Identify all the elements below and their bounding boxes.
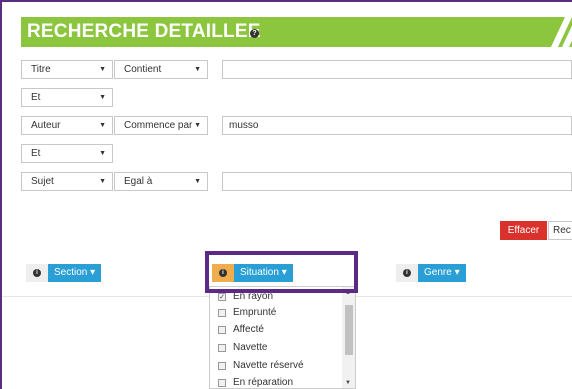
chevron-down-icon: ▼ — [194, 122, 201, 129]
checkbox[interactable] — [218, 362, 226, 370]
connector-select-1[interactable]: Et ▼ — [21, 88, 113, 107]
checkbox[interactable] — [218, 379, 226, 387]
section-label: Section — [54, 267, 88, 278]
dropdown-scrollbar[interactable]: ▲ ▼ — [342, 287, 355, 388]
search-term-input-1[interactable] — [222, 60, 572, 79]
genre-info[interactable]: i — [396, 264, 418, 282]
genre-label: Genre — [424, 267, 452, 278]
chevron-down-icon: ▼ — [99, 66, 106, 73]
operator-select-value: Contient — [124, 64, 162, 75]
option-en-reparation[interactable]: En réparation — [210, 374, 342, 388]
chevron-down-icon: ▼ — [99, 150, 106, 157]
chevron-down-icon: ▼ — [194, 178, 201, 185]
situation-dropdown-list[interactable]: ✓ En rayon Emprunté Affecté Navette Nave… — [209, 286, 356, 389]
chevron-down-icon: ▼ — [99, 94, 106, 101]
connector-select-2[interactable]: Et ▼ — [21, 144, 113, 163]
section-dropdown-button[interactable]: Section ▾ — [48, 264, 102, 282]
checkbox[interactable] — [218, 344, 226, 352]
option-navette[interactable]: Navette — [210, 339, 342, 357]
option-emprunte[interactable]: Emprunté — [210, 304, 342, 322]
search-term-input-3[interactable] — [222, 172, 572, 191]
field-select-3[interactable]: Sujet ▼ — [21, 172, 113, 191]
scroll-down-icon[interactable]: ▼ — [345, 380, 351, 386]
scrollbar-thumb[interactable] — [345, 305, 353, 355]
section-info[interactable]: i — [26, 264, 48, 282]
operator-select-value: Commence par — [124, 120, 193, 131]
search-header-banner: RECHERCHE DETAILLEE ? — [21, 17, 572, 47]
genre-dropdown-button[interactable]: Genre ▾ — [418, 264, 466, 282]
info-icon: i — [403, 269, 411, 277]
page-title: RECHERCHE DETAILLEE — [27, 21, 261, 42]
highlight-annotation — [205, 251, 358, 293]
chevron-down-icon: ▼ — [99, 122, 106, 129]
operator-select-1[interactable]: Contient ▼ — [114, 60, 208, 79]
option-label: En réparation — [233, 377, 294, 388]
field-select-value: Titre — [31, 64, 51, 75]
option-label: Affecté — [233, 324, 264, 335]
option-label: Navette — [233, 342, 268, 353]
chevron-down-icon: ▼ — [194, 66, 201, 73]
field-select-1[interactable]: Titre ▼ — [21, 60, 113, 79]
search-term-input-2[interactable]: musso — [222, 116, 572, 135]
search-button[interactable]: Rec — [548, 221, 572, 240]
clear-button[interactable]: Effacer — [500, 221, 547, 240]
info-icon[interactable]: ? — [250, 29, 259, 38]
option-label: Emprunté — [233, 307, 277, 318]
connector-select-value: Et — [31, 92, 41, 103]
operator-select-value: Egal à — [124, 176, 153, 187]
field-select-2[interactable]: Auteur ▼ — [21, 116, 113, 135]
option-navette-reserve[interactable]: Navette réservé — [210, 357, 342, 375]
connector-select-value: Et — [31, 148, 41, 159]
checkbox-checked[interactable]: ✓ — [218, 293, 226, 301]
option-affecte[interactable]: Affecté — [210, 321, 342, 339]
checkbox[interactable] — [218, 309, 226, 317]
checkbox[interactable] — [218, 326, 226, 334]
operator-select-2[interactable]: Commence par ▼ — [114, 116, 208, 135]
field-select-value: Sujet — [31, 176, 54, 187]
option-label: Navette réservé — [233, 360, 304, 371]
chevron-down-icon: ▼ — [99, 178, 106, 185]
info-icon: i — [33, 269, 41, 277]
operator-select-3[interactable]: Egal à ▼ — [114, 172, 208, 191]
field-select-value: Auteur — [31, 120, 61, 131]
